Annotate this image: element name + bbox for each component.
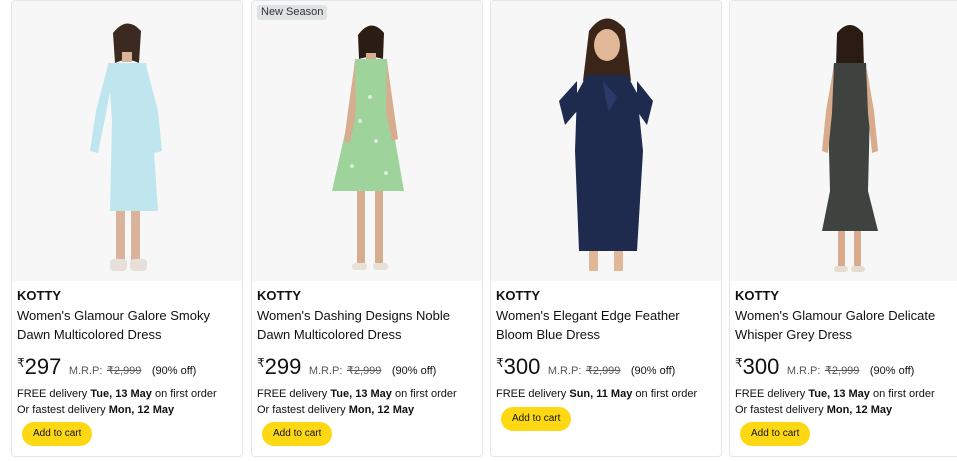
delivery-line: FREE delivery Sun, 11 May on first order: [496, 386, 718, 402]
delivery-info: FREE delivery Tue, 13 May on first order…: [17, 386, 239, 418]
brand-name: KOTTY: [17, 288, 62, 303]
fastest-prefix: Or fastest delivery: [257, 404, 349, 416]
mrp-value: ₹2,999: [106, 365, 142, 377]
price-line: ₹299 M.R.P: ₹2,999 (90% off): [257, 355, 479, 381]
price: 299: [264, 354, 302, 379]
new-season-badge: New Season: [257, 5, 328, 20]
product-card[interactable]: KOTTY Women's Glamour Galore Delicate Wh…: [729, 0, 957, 457]
product-title[interactable]: Women's Dashing Designs Noble Dawn Multi…: [257, 306, 479, 344]
add-to-cart-button[interactable]: Add to cart: [22, 422, 93, 446]
currency-symbol: ₹: [17, 356, 25, 370]
product-card[interactable]: KOTTY Women's Elegant Edge Feather Bloom…: [490, 0, 722, 457]
discount: (90% off): [151, 365, 197, 377]
mrp-value: ₹2,999: [585, 365, 621, 377]
mrp-value: ₹2,999: [824, 365, 860, 377]
product-title[interactable]: Women's Glamour Galore Delicate Whisper …: [735, 306, 957, 344]
brand-name: KOTTY: [257, 288, 302, 303]
delivery-info: FREE delivery Sun, 11 May on first order: [496, 386, 718, 402]
product-card[interactable]: New Season KOTTY Women's Dashing Designs…: [251, 0, 483, 457]
discount: (90% off): [630, 365, 676, 377]
delivery-prefix: FREE delivery: [257, 388, 331, 400]
product-title[interactable]: Women's Glamour Galore Smoky Dawn Multic…: [17, 306, 239, 344]
product-image[interactable]: [491, 1, 721, 281]
discount: (90% off): [869, 365, 915, 377]
delivery-date: Tue, 13 May: [808, 388, 870, 400]
discount: (90% off): [391, 365, 437, 377]
product-image[interactable]: [12, 1, 242, 281]
delivery-date: Tue, 13 May: [90, 388, 152, 400]
delivery-line: FREE delivery Tue, 13 May on first order: [17, 386, 239, 402]
price-line: ₹300 M.R.P: ₹2,999 (90% off): [496, 355, 718, 381]
product-image[interactable]: [730, 1, 957, 281]
delivery-info: FREE delivery Tue, 13 May on first order…: [735, 386, 957, 418]
mrp-label: M.R.P:: [547, 365, 582, 377]
product-title[interactable]: Women's Elegant Edge Feather Bloom Blue …: [496, 306, 718, 344]
fastest-date: Mon, 12 May: [108, 404, 175, 416]
fastest-date: Mon, 12 May: [348, 404, 415, 416]
delivery-info: FREE delivery Tue, 13 May on first order…: [257, 386, 479, 418]
delivery-suffix: on first order: [391, 388, 457, 400]
product-grid: KOTTY Women's Glamour Galore Smoky Dawn …: [0, 0, 957, 461]
price-line: ₹300 M.R.P: ₹2,999 (90% off): [735, 355, 957, 381]
product-info: KOTTY Women's Glamour Galore Smoky Dawn …: [17, 287, 239, 418]
price: 300: [503, 354, 541, 379]
product-info: KOTTY Women's Elegant Edge Feather Bloom…: [496, 287, 718, 402]
currency-symbol: ₹: [496, 356, 504, 370]
fastest-prefix: Or fastest delivery: [17, 404, 109, 416]
price: 297: [24, 354, 62, 379]
mrp-label: M.R.P:: [68, 365, 103, 377]
fastest-delivery-line: Or fastest delivery Mon, 12 May: [735, 402, 957, 418]
delivery-line: FREE delivery Tue, 13 May on first order: [735, 386, 957, 402]
fastest-delivery-line: Or fastest delivery Mon, 12 May: [17, 402, 239, 418]
mrp-label: M.R.P:: [308, 365, 343, 377]
fastest-date: Mon, 12 May: [826, 404, 893, 416]
fastest-delivery-line: Or fastest delivery Mon, 12 May: [257, 402, 479, 418]
delivery-prefix: FREE delivery: [496, 388, 570, 400]
mrp-value: ₹2,999: [346, 365, 382, 377]
product-card[interactable]: KOTTY Women's Glamour Galore Smoky Dawn …: [11, 0, 243, 457]
add-to-cart-button[interactable]: Add to cart: [262, 422, 333, 446]
add-to-cart-button[interactable]: Add to cart: [501, 407, 572, 431]
delivery-prefix: FREE delivery: [17, 388, 91, 400]
delivery-suffix: on first order: [151, 388, 217, 400]
product-info: KOTTY Women's Dashing Designs Noble Dawn…: [257, 287, 479, 418]
delivery-line: FREE delivery Tue, 13 May on first order: [257, 386, 479, 402]
price: 300: [742, 354, 780, 379]
currency-symbol: ₹: [735, 356, 743, 370]
currency-symbol: ₹: [257, 356, 265, 370]
delivery-suffix: on first order: [869, 388, 935, 400]
mrp-label: M.R.P:: [786, 365, 821, 377]
delivery-prefix: FREE delivery: [735, 388, 809, 400]
product-info: KOTTY Women's Glamour Galore Delicate Wh…: [735, 287, 957, 418]
brand-name: KOTTY: [735, 288, 780, 303]
delivery-date: Tue, 13 May: [330, 388, 392, 400]
product-image[interactable]: New Season: [252, 1, 482, 281]
price-line: ₹297 M.R.P: ₹2,999 (90% off): [17, 355, 239, 381]
delivery-date: Sun, 11 May: [569, 388, 633, 400]
fastest-prefix: Or fastest delivery: [735, 404, 827, 416]
add-to-cart-button[interactable]: Add to cart: [740, 422, 811, 446]
brand-name: KOTTY: [496, 288, 541, 303]
delivery-suffix: on first order: [632, 388, 698, 400]
